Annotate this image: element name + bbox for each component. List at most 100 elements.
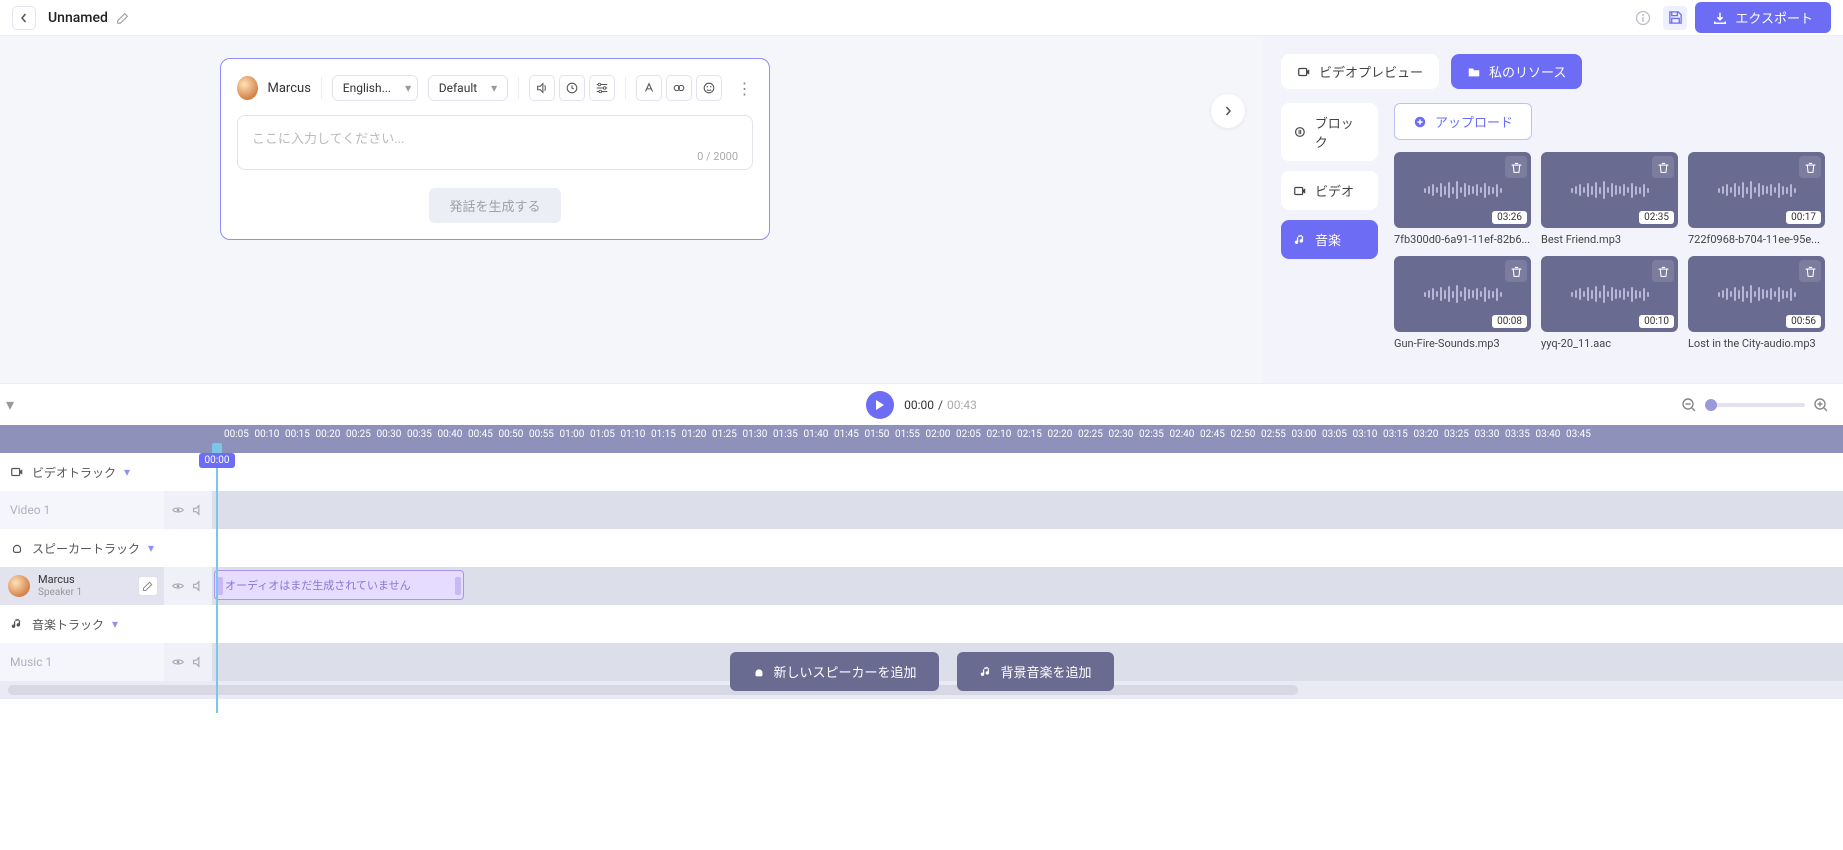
asset-duration: 02:35 (1639, 211, 1674, 224)
video-track-header[interactable]: ビデオトラック ▾ (0, 453, 164, 491)
ruler-tick: 03:30 (1475, 429, 1500, 440)
collapse-right-panel-button[interactable] (1211, 94, 1245, 128)
ruler-tick: 03:20 (1414, 429, 1439, 440)
mute-toggle-icon[interactable] (191, 655, 205, 669)
visibility-toggle-icon[interactable] (171, 579, 185, 593)
delete-asset-icon[interactable] (1505, 156, 1527, 178)
add-speaker-button[interactable]: 新しいスピーカーを追加 (729, 652, 938, 691)
audio-asset[interactable]: 02:35 Best Friend.mp3 (1541, 152, 1678, 246)
ruler-tick: 00:55 (529, 429, 554, 440)
music1-head: Music 1 (0, 643, 164, 681)
ruler-tick: 03:35 (1505, 429, 1530, 440)
volume-icon[interactable] (529, 75, 555, 101)
ruler-tick: 01:45 (834, 429, 859, 440)
ruler-tick: 01:10 (621, 429, 646, 440)
audio-asset[interactable]: 03:26 7fb300d0-6a91-11ef-82b6... (1394, 152, 1531, 246)
zoom-in-icon[interactable] (1813, 397, 1829, 413)
asset-name: Gun-Fire-Sounds.mp3 (1394, 337, 1531, 350)
ruler-tick: 02:30 (1109, 429, 1134, 440)
timeline-ruler[interactable]: 00:0500:1000:1500:2000:2500:3000:3500:40… (212, 425, 1843, 453)
video1-head: Video 1 (0, 491, 164, 529)
asset-duration: 00:08 (1492, 315, 1527, 328)
divider (518, 77, 519, 99)
speaker1-head: Marcus Speaker 1 (0, 567, 164, 605)
time-current: 00:00 (904, 398, 934, 412)
asset-name: 7fb300d0-6a91-11ef-82b6... (1394, 233, 1531, 246)
subtab-video[interactable]: ビデオ (1281, 171, 1378, 210)
music-track-header[interactable]: 音楽トラック ▾ (0, 605, 164, 643)
ruler-tick: 02:35 (1139, 429, 1164, 440)
export-button[interactable]: エクスポート (1695, 2, 1831, 33)
subtab-block[interactable]: ブロック (1281, 103, 1378, 161)
ruler-tick: 02:05 (956, 429, 981, 440)
delete-asset-icon[interactable] (1652, 156, 1674, 178)
video1-track[interactable] (212, 491, 1843, 529)
save-icon[interactable] (1663, 6, 1687, 30)
speaker-track-header[interactable]: スピーカートラック ▾ (0, 529, 164, 567)
ruler-tick: 01:05 (590, 429, 615, 440)
ruler-tick: 02:40 (1170, 429, 1195, 440)
speech-editor-card: Marcus English... ▾ Default ▾ (220, 58, 770, 240)
timeline-options-icon[interactable]: ▾ (6, 395, 14, 414)
ruler-tick: 00:35 (407, 429, 432, 440)
back-button[interactable] (12, 6, 36, 30)
info-icon[interactable] (1631, 6, 1655, 30)
speed-icon[interactable] (559, 75, 585, 101)
voice-name[interactable]: Marcus (268, 81, 311, 96)
audio-asset[interactable]: 00:10 yyq-20_11.aac (1541, 256, 1678, 350)
export-label: エクスポート (1735, 8, 1813, 27)
ruler-tick: 02:20 (1048, 429, 1073, 440)
asset-duration: 03:26 (1492, 211, 1527, 224)
speech-clip[interactable]: オーディオはまだ生成されていません (214, 570, 464, 600)
ruler-tick: 00:30 (377, 429, 402, 440)
emoji-icon[interactable] (696, 75, 722, 101)
mute-toggle-icon[interactable] (191, 579, 205, 593)
more-menu-icon[interactable]: ⋮ (736, 79, 753, 98)
settings-icon[interactable] (589, 75, 615, 101)
char-count: 0 / 2000 (252, 150, 738, 163)
pause-icon[interactable] (666, 75, 692, 101)
ruler-tick: 00:10 (255, 429, 280, 440)
subtab-music[interactable]: 音楽 (1281, 220, 1378, 259)
audio-asset[interactable]: 00:17 722f0968-b704-11ee-95e... (1688, 152, 1825, 246)
speaker1-track[interactable]: オーディオはまだ生成されていません (212, 567, 1843, 605)
asset-name: yyq-20_11.aac (1541, 337, 1678, 350)
voice-avatar[interactable] (237, 76, 258, 100)
language-select[interactable]: English... ▾ (332, 75, 418, 101)
ruler-tick: 00:40 (438, 429, 463, 440)
asset-name: Lost in the City-audio.mp3 (1688, 337, 1825, 350)
audio-asset[interactable]: 00:08 Gun-Fire-Sounds.mp3 (1394, 256, 1531, 350)
upload-button[interactable]: アップロード (1394, 103, 1532, 140)
zoom-slider[interactable] (1705, 403, 1805, 407)
zoom-out-icon[interactable] (1681, 397, 1697, 413)
edit-speaker-icon[interactable] (138, 576, 158, 596)
ruler-tick: 01:50 (865, 429, 890, 440)
asset-duration: 00:56 (1786, 315, 1821, 328)
delete-asset-icon[interactable] (1505, 260, 1527, 282)
ruler-tick: 00:15 (285, 429, 310, 440)
emphasis-icon[interactable] (636, 75, 662, 101)
style-select[interactable]: Default ▾ (428, 75, 508, 101)
ruler-tick: 03:15 (1383, 429, 1408, 440)
ruler-tick: 03:00 (1292, 429, 1317, 440)
ruler-tick: 02:25 (1078, 429, 1103, 440)
delete-asset-icon[interactable] (1652, 260, 1674, 282)
generate-speech-button[interactable]: 発話を生成する (429, 188, 560, 223)
add-bgm-button[interactable]: 背景音楽を追加 (957, 652, 1114, 691)
tab-my-resources[interactable]: 私のリソース (1451, 54, 1582, 89)
mute-toggle-icon[interactable] (191, 503, 205, 517)
speech-text-input[interactable] (252, 130, 738, 150)
delete-asset-icon[interactable] (1799, 156, 1821, 178)
ruler-tick: 03:10 (1353, 429, 1378, 440)
ruler-tick: 00:05 (224, 429, 249, 440)
visibility-toggle-icon[interactable] (171, 655, 185, 669)
visibility-toggle-icon[interactable] (171, 503, 185, 517)
play-button[interactable] (866, 391, 894, 419)
ruler-tick: 03:40 (1536, 429, 1561, 440)
delete-asset-icon[interactable] (1799, 260, 1821, 282)
ruler-tick: 00:20 (316, 429, 341, 440)
audio-asset[interactable]: 00:56 Lost in the City-audio.mp3 (1688, 256, 1825, 350)
asset-duration: 00:10 (1639, 315, 1674, 328)
edit-title-icon[interactable] (116, 11, 130, 25)
tab-video-preview[interactable]: ビデオプレビュー (1281, 54, 1439, 89)
